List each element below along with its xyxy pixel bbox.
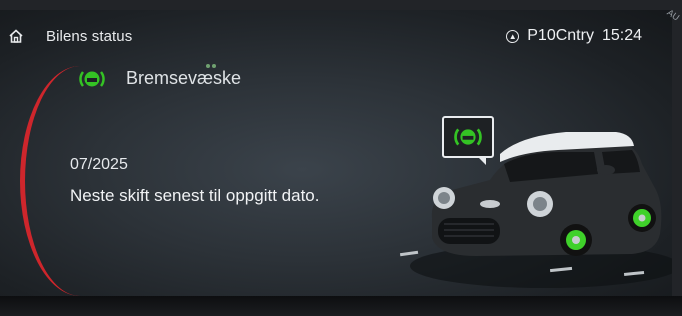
warning-label: Bremsevæske — [126, 67, 242, 88]
brake-fluid-warning-icon — [454, 128, 482, 146]
page-title: Bilens status — [46, 28, 133, 45]
status-bar: Bilens status ▲ P10Cntry 15:24 — [0, 22, 672, 52]
home-icon[interactable] — [8, 28, 24, 44]
warning-item[interactable]: Bremsevæske — [78, 66, 241, 90]
red-gauge-arc — [20, 66, 80, 296]
status-right: ▲ P10Cntry 15:24 — [506, 27, 642, 45]
brake-warning-callout — [442, 116, 494, 165]
clock: 15:24 — [601, 27, 642, 44]
bottom-bezel — [0, 296, 682, 316]
floor-markings — [399, 250, 645, 277]
navigation-status: P10Cntry — [527, 27, 594, 44]
service-message: Neste skift senest til oppgitt dato. — [70, 186, 320, 205]
service-date: 07/2025 — [70, 156, 128, 173]
vehicle-status-screen: Bilens status ▲ P10Cntry 15:24 Bremsevæs… — [0, 10, 672, 300]
navigation-icon: ▲ — [506, 29, 520, 43]
brake-fluid-warning-icon — [79, 71, 105, 87]
